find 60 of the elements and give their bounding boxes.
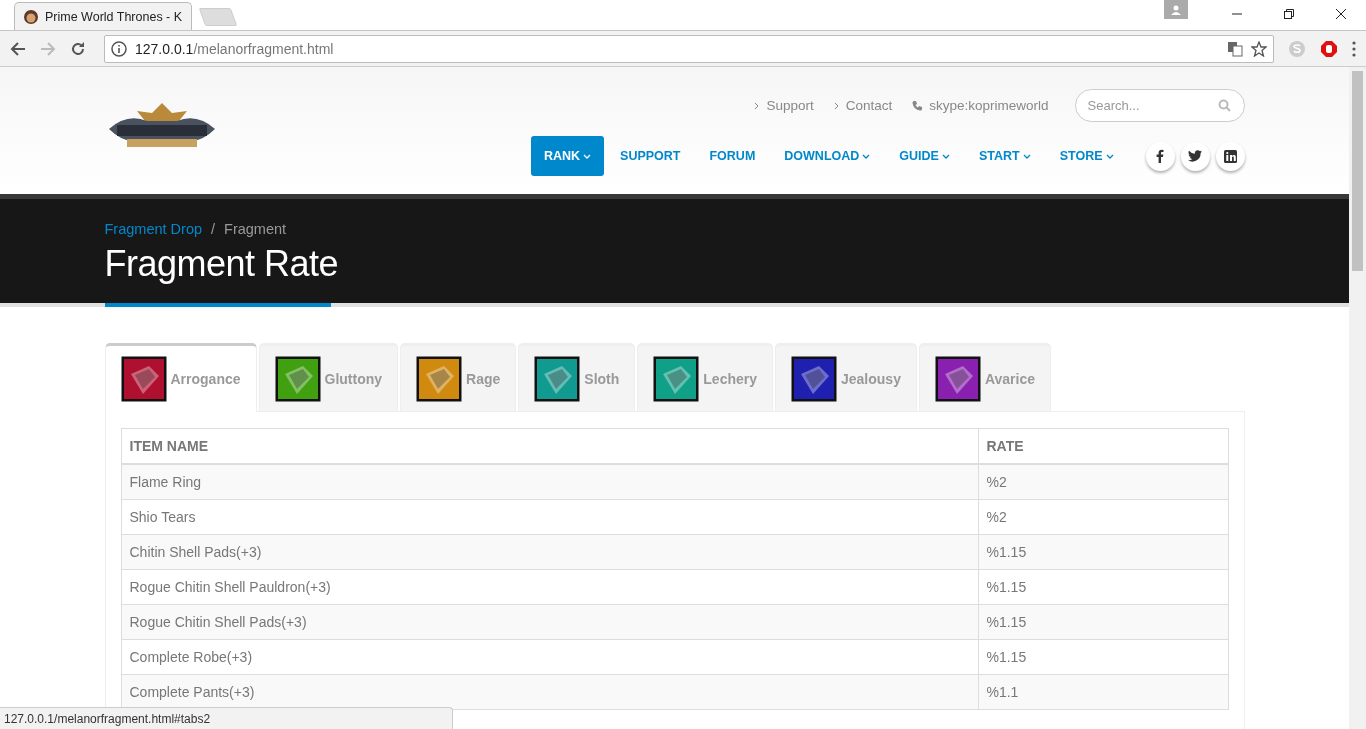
avatar-icon	[23, 8, 39, 25]
table-cell: %1.15	[978, 534, 1228, 570]
table-cell: %1.15	[978, 569, 1228, 605]
tab-title: Prime World Thrones - K	[45, 9, 183, 24]
social-button[interactable]	[1215, 141, 1245, 171]
phone-icon	[912, 100, 924, 111]
gem-tab[interactable]: Rage	[400, 343, 517, 411]
menu-icon[interactable]	[1352, 40, 1356, 57]
table-cell: Chitin Shell Pads(+3)	[121, 534, 978, 570]
chevron-icon	[833, 101, 840, 110]
restore-icon[interactable]	[1283, 8, 1295, 20]
address-bar[interactable]: 127.0.0.1/melanorfragment.html	[104, 34, 1274, 63]
star-icon[interactable]	[1251, 40, 1267, 57]
linkedin-icon	[1223, 149, 1237, 163]
gem-tab[interactable]: Sloth	[518, 343, 636, 411]
social-button[interactable]	[1145, 141, 1175, 171]
table-cell: Complete Robe(+3)	[121, 639, 978, 675]
table-cell: Rogue Chitin Shell Pads(+3)	[121, 604, 978, 640]
current-page-label: Fragment	[224, 221, 287, 237]
table-cell: Flame Ring	[121, 464, 978, 500]
close-icon[interactable]	[1335, 8, 1347, 20]
table-cell: %1.15	[978, 604, 1228, 640]
search-field[interactable]: Search...	[1074, 89, 1245, 122]
nav-item[interactable]: STORE	[1046, 136, 1127, 176]
nav-item[interactable]: START	[965, 136, 1044, 176]
gem-tab[interactable]: Arrogance	[104, 343, 257, 412]
person-icon	[1170, 3, 1182, 16]
table-cell: %1.15	[978, 639, 1228, 675]
back-icon[interactable]	[10, 40, 26, 57]
gem-tab[interactable]: Gluttony	[258, 343, 399, 411]
bird-icon	[1188, 150, 1202, 162]
reload-icon[interactable]	[70, 40, 86, 57]
social-button[interactable]	[1180, 141, 1210, 171]
status-url: 127.0.0.1/melanorfragment.html#tabs2	[0, 707, 453, 729]
table-cell: Rogue Chitin Shell Pauldron(+3)	[121, 569, 978, 605]
table-cell: Shio Tears	[121, 499, 978, 535]
nav-item[interactable]: FORUM	[696, 136, 769, 176]
top-link[interactable]: skype:koprimeworld	[912, 98, 1049, 113]
breadcrumb-link[interactable]: Fragment Drop	[104, 221, 202, 237]
scrollbar-thumb[interactable]	[1352, 71, 1363, 271]
top-link[interactable]: Support	[754, 98, 814, 113]
gem-tab[interactable]: Avarice	[918, 343, 1052, 411]
browser-tab[interactable]: Prime World Thrones - K	[14, 2, 192, 30]
address-text: 127.0.0.1/melanorfragment.html	[135, 40, 334, 57]
nav-item[interactable]: RANK	[530, 136, 605, 176]
breadcrumb-separator: /	[211, 221, 216, 237]
table-cell: %1.1	[978, 674, 1228, 710]
gem-tab[interactable]: Lechery	[637, 343, 773, 411]
top-link[interactable]: Contact	[833, 98, 893, 113]
nav-item[interactable]: SUPPORT	[607, 136, 694, 176]
table-cell: %2	[978, 464, 1228, 500]
translate-icon[interactable]	[1227, 40, 1243, 57]
info-icon	[111, 40, 127, 57]
table-cell: %2	[978, 499, 1228, 535]
facebook-icon	[1156, 149, 1164, 163]
nav-item[interactable]: GUIDE	[886, 136, 963, 176]
page-title: Fragment Rate	[104, 243, 340, 285]
gem-tab[interactable]: Jealousy	[775, 343, 917, 411]
chevron-icon	[754, 101, 761, 110]
nav-item[interactable]: DOWNLOAD	[771, 136, 884, 176]
